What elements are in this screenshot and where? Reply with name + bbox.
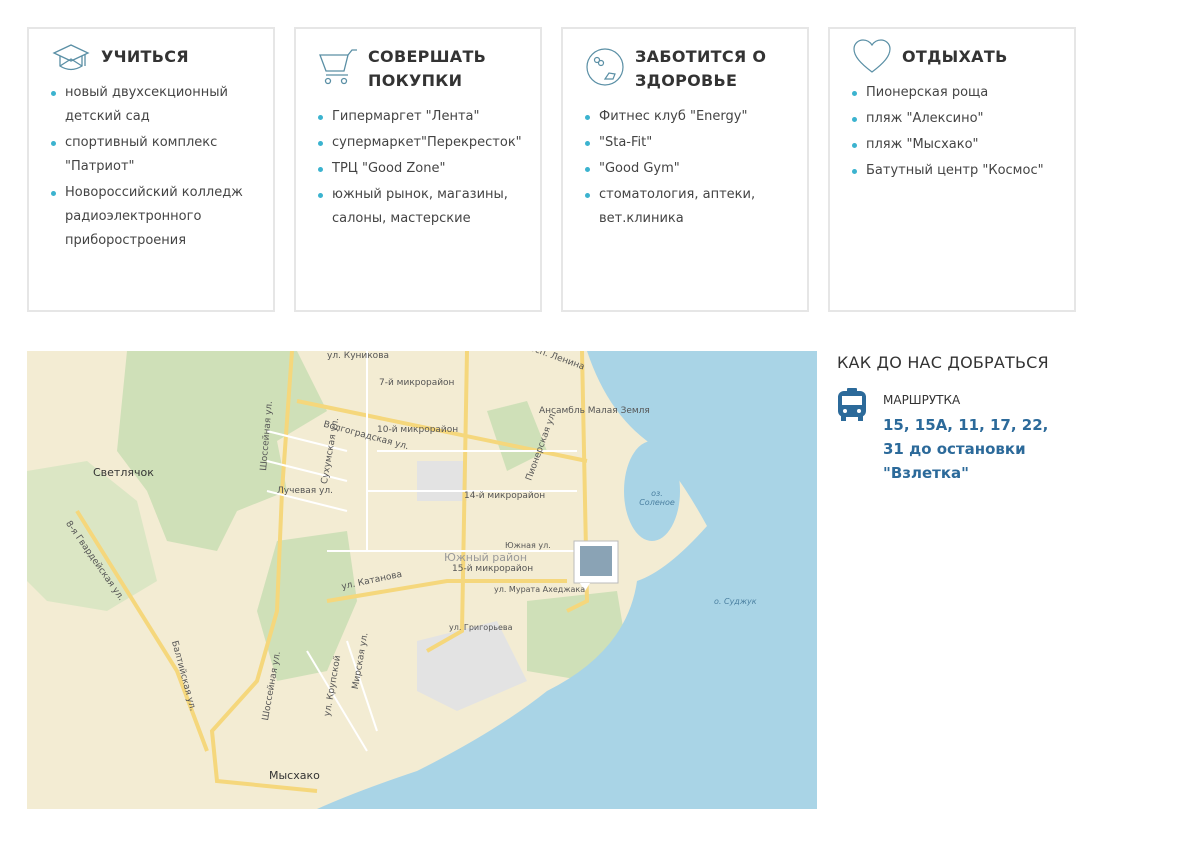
map-label: оз. Соленое	[639, 489, 675, 507]
list-item: пляж "Алексино"	[850, 107, 1070, 131]
health-icon	[586, 48, 624, 86]
card-list: Гипермаргет "Лента" супермаркет"Перекрес…	[316, 105, 536, 233]
map-label: Мысхако	[269, 769, 320, 782]
map-label: Южный район	[444, 551, 528, 564]
card-list: Пионерская роща пляж "Алексино" пляж "Мы…	[850, 81, 1070, 185]
list-item: южный рынок, магазины, салоны, мастерски…	[316, 183, 536, 231]
card-health: ЗАБОТИТСЯ О ЗДОРОВЬЕ Фитнес клуб "Energy…	[561, 27, 809, 312]
map-label: 10-й микрорайон	[377, 425, 459, 435]
map-label: о. Суджук	[714, 597, 757, 606]
card-title: СОВЕРШАТЬ ПОКУПКИ	[368, 47, 487, 90]
urban-area	[417, 621, 527, 711]
location-map[interactable]: ул. Куникова просп. Ленина 7-й микрорайо…	[27, 351, 817, 809]
shopping-cart-icon	[319, 49, 357, 85]
bus-icon	[838, 388, 866, 421]
map-label: Южная ул.	[505, 541, 551, 550]
transport-type: МАРШРУТКА	[883, 393, 961, 407]
map-label: Лучевая ул.	[277, 486, 333, 496]
list-item: "Good Gym"	[583, 157, 803, 181]
map-label: ул. Мурата Ахеджака	[494, 585, 586, 594]
list-item: пляж "Мысхако"	[850, 133, 1070, 157]
list-item: Фитнес клуб "Energy"	[583, 105, 803, 129]
map-label: ул. Куникова	[327, 351, 390, 361]
card-shopping: СОВЕРШАТЬ ПОКУПКИ Гипермаргет "Лента" су…	[294, 27, 542, 312]
map-graphics	[27, 351, 817, 809]
map-label: 15-й микрорайон	[452, 564, 534, 574]
list-item: Гипермаргет "Лента"	[316, 105, 536, 129]
directions-title: КАК ДО НАС ДОБРАТЬСЯ	[837, 353, 1049, 372]
urban-area	[417, 461, 467, 501]
forest-area	[117, 351, 327, 551]
card-title: ЗАБОТИТСЯ О ЗДОРОВЬЕ	[635, 47, 767, 90]
card-title: ОТДЫХАТЬ	[902, 47, 1008, 66]
list-item: Новороссийский колледж радиоэлектронного…	[49, 181, 269, 253]
list-item: "Sta-Fit"	[583, 131, 803, 155]
building-marker[interactable]	[573, 540, 619, 591]
graduation-cap-icon	[52, 44, 90, 71]
list-item: Батутный центр "Космос"	[850, 159, 1070, 183]
list-item: спортивный комплекс "Патриот"	[49, 131, 269, 179]
card-study: УЧИТЬСЯ новый двухсекционный детский сад…	[27, 27, 275, 312]
map-label: 7-й микрорайон	[379, 378, 455, 388]
card-title: УЧИТЬСЯ	[101, 47, 189, 66]
list-item: новый двухсекционный детский сад	[49, 81, 269, 129]
list-item: стоматология, аптеки, вет.клиника	[583, 183, 803, 231]
heart-icon	[853, 39, 891, 73]
list-item: супермаркет"Перекресток"	[316, 131, 536, 155]
map-label: 14-й микрорайон	[464, 491, 546, 501]
list-item: Пионерская роща	[850, 81, 1070, 105]
routes-text: 15, 15А, 11, 17, 22, 31 до остановки "Вз…	[883, 416, 1049, 482]
map-label: ул. Григорьева	[449, 623, 513, 632]
card-list: новый двухсекционный детский сад спортив…	[49, 81, 269, 255]
card-list: Фитнес клуб "Energy" "Sta-Fit" "Good Gym…	[583, 105, 803, 233]
card-leisure: ОТДЫХАТЬ Пионерская роща пляж "Алексино"…	[828, 27, 1076, 312]
map-label: Светлячок	[93, 466, 154, 479]
list-item: ТРЦ "Good Zone"	[316, 157, 536, 181]
